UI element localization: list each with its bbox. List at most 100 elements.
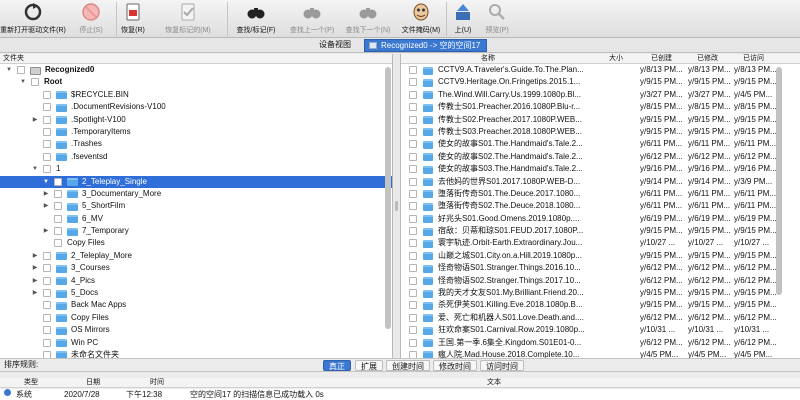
file-checkbox[interactable] bbox=[409, 140, 417, 149]
tree-checkbox[interactable] bbox=[54, 214, 62, 223]
find-mark-button[interactable]: 查找/标记(F) bbox=[228, 0, 284, 38]
tree-item[interactable]: .fseventsd bbox=[0, 151, 392, 163]
file-row[interactable]: 传教士S03.Preacher.2018.1080P.WEB... y/9/15 … bbox=[401, 126, 800, 138]
preview-button[interactable]: 预览(P) bbox=[479, 0, 515, 38]
file-checkbox[interactable] bbox=[409, 177, 417, 186]
file-checkbox[interactable] bbox=[409, 103, 417, 112]
sort-created-button[interactable]: 创建时间 bbox=[386, 360, 430, 371]
tree-checkbox[interactable] bbox=[17, 66, 25, 74]
tree-checkbox[interactable] bbox=[43, 115, 51, 124]
disclosure-closed-icon[interactable]: ▶ bbox=[31, 275, 39, 287]
file-row[interactable]: 传教士S02.Preacher.2017.1080P.WEB... y/9/15 … bbox=[401, 114, 800, 126]
tree-item[interactable]: Copy Files bbox=[0, 312, 392, 324]
disclosure-closed-icon[interactable]: ▶ bbox=[31, 114, 39, 126]
file-row[interactable]: 寰宇轨迹.Orbit-Earth.Extraordinary.Jou... y/1… bbox=[401, 237, 800, 249]
file-checkbox[interactable] bbox=[409, 78, 417, 87]
file-checkbox[interactable] bbox=[409, 202, 417, 211]
file-row[interactable]: 堕落街传奇S02.The.Deuce.2018.1080... y/6/11 PM… bbox=[401, 200, 800, 212]
file-row[interactable]: 爱、死亡和机器人S01.Love.Death.and.... y/6/12 PM.… bbox=[401, 312, 800, 324]
tree-checkbox[interactable] bbox=[43, 127, 51, 136]
up-button[interactable]: 上(U) bbox=[447, 0, 479, 38]
disclosure-closed-icon[interactable]: ▶ bbox=[31, 287, 39, 299]
tree-item[interactable]: ▶ 5_ShortFilm bbox=[0, 200, 392, 212]
column-size[interactable]: 大小 bbox=[609, 54, 623, 64]
file-checkbox[interactable] bbox=[409, 289, 417, 298]
tab-device-view[interactable]: 设备视图 bbox=[315, 38, 355, 52]
tree-item[interactable]: .Trashes bbox=[0, 138, 392, 150]
sort-accessed-button[interactable]: 访问时间 bbox=[480, 360, 524, 371]
tree-item[interactable]: ▼ Recognized0 bbox=[0, 64, 392, 76]
file-row[interactable]: The.Wind.Will.Carry.Us.1999.1080p.Bl... y… bbox=[401, 89, 800, 101]
tree-checkbox[interactable] bbox=[43, 289, 51, 298]
disclosure-closed-icon[interactable]: ▶ bbox=[31, 262, 39, 274]
file-checkbox[interactable] bbox=[409, 338, 417, 347]
disclosure-open-icon[interactable]: ▼ bbox=[42, 176, 50, 188]
file-row[interactable]: CCTV9.Heritage.On.Fringetips.2015.1... y/… bbox=[401, 76, 800, 88]
file-checkbox[interactable] bbox=[409, 313, 417, 322]
disclosure-open-icon[interactable]: ▼ bbox=[5, 64, 13, 76]
file-row[interactable]: 使女的故事S03.The.Handmaid's.Tale.2... y/9/16 … bbox=[401, 163, 800, 175]
tree-checkbox[interactable] bbox=[43, 103, 51, 112]
tree-checkbox[interactable] bbox=[54, 239, 62, 248]
tree-item[interactable]: $RECYCLE.BIN bbox=[0, 89, 392, 101]
tree-checkbox[interactable] bbox=[54, 202, 62, 211]
file-checkbox[interactable] bbox=[409, 189, 417, 198]
sort-modified-button[interactable]: 修改时间 bbox=[433, 360, 477, 371]
tree-item[interactable]: 6_MV bbox=[0, 213, 392, 225]
tree-item[interactable]: Copy Files bbox=[0, 237, 392, 249]
tree-item[interactable]: ▶ 3_Courses bbox=[0, 262, 392, 274]
folder-tree-scrollbar[interactable] bbox=[385, 65, 391, 356]
sort-extension-button[interactable]: 扩展 bbox=[355, 360, 383, 371]
tree-checkbox[interactable] bbox=[54, 177, 62, 186]
file-row[interactable]: 传教士S01.Preacher.2016.1080P.Blu-r... y/8/1… bbox=[401, 101, 800, 113]
file-row[interactable]: 王国.第一季.6集全.Kingdom.S01E01-0... y/6/12 PM.… bbox=[401, 337, 800, 349]
disclosure-open-icon[interactable]: ▼ bbox=[19, 76, 27, 88]
column-accessed[interactable]: 已访问 bbox=[743, 54, 764, 64]
tree-item[interactable]: ▶ 4_Pics bbox=[0, 275, 392, 287]
file-row[interactable]: 好兆头S01.Good.Omens.2019.1080p.... y/6/19 P… bbox=[401, 213, 800, 225]
file-mask-button[interactable]: 文件掩码(M) bbox=[396, 0, 446, 38]
tree-item[interactable]: ▼ 1 bbox=[0, 163, 392, 175]
log-row[interactable]: 系统 2020/7/28 下午12:38 空的空间17 的扫描信息已成功载入 0… bbox=[0, 389, 800, 400]
tree-checkbox[interactable] bbox=[43, 264, 51, 273]
log-column-time[interactable]: 时间 bbox=[150, 378, 164, 388]
file-checkbox[interactable] bbox=[409, 165, 417, 174]
tree-checkbox[interactable] bbox=[43, 301, 51, 310]
column-created[interactable]: 已创建 bbox=[651, 54, 672, 64]
tree-checkbox[interactable] bbox=[43, 338, 51, 347]
disclosure-open-icon[interactable]: ▼ bbox=[31, 163, 39, 175]
tree-item[interactable]: ▶ .Spotlight-V100 bbox=[0, 114, 392, 126]
recover-button[interactable]: 恢复(R) bbox=[117, 0, 149, 38]
tree-item[interactable]: .DocumentRevisions-V100 bbox=[0, 101, 392, 113]
file-checkbox[interactable] bbox=[409, 90, 417, 99]
file-row[interactable]: 宿敌：贝蒂和琼S01.FEUD.2017.1080P... y/9/15 PM..… bbox=[401, 225, 800, 237]
scrollbar-thumb[interactable] bbox=[776, 67, 782, 295]
tree-item[interactable]: ▶ 3_Documentary_More bbox=[0, 188, 392, 200]
file-checkbox[interactable] bbox=[409, 127, 417, 136]
tree-checkbox[interactable] bbox=[43, 326, 51, 335]
file-checkbox[interactable] bbox=[409, 227, 417, 236]
tree-checkbox[interactable] bbox=[43, 140, 51, 149]
scrollbar-thumb[interactable] bbox=[385, 67, 391, 329]
file-row[interactable]: 山巅之城S01.City.on.a.Hill.2019.1080p... y/9/… bbox=[401, 250, 800, 262]
file-row[interactable]: 怪奇物语S02.Stranger.Things.2017.10... y/6/12… bbox=[401, 275, 800, 287]
pane-splitter[interactable] bbox=[393, 54, 400, 358]
tree-item[interactable]: .TemporaryItems bbox=[0, 126, 392, 138]
disclosure-closed-icon[interactable]: ▶ bbox=[31, 250, 39, 262]
tree-checkbox[interactable] bbox=[43, 165, 51, 174]
tree-checkbox[interactable] bbox=[43, 152, 51, 161]
tab-active-scan[interactable]: Recognized0 -> 空的空间17 bbox=[364, 39, 488, 52]
tree-item[interactable]: ▶ 7_Temporary bbox=[0, 225, 392, 237]
file-checkbox[interactable] bbox=[409, 115, 417, 124]
disclosure-closed-icon[interactable]: ▶ bbox=[42, 225, 50, 237]
file-row[interactable]: 堕落街传奇S01.The.Deuce.2017.1080... y/6/11 PM… bbox=[401, 188, 800, 200]
column-modified[interactable]: 已修改 bbox=[697, 54, 718, 64]
tree-item[interactable]: ▼ 2_Teleplay_Single bbox=[0, 175, 392, 188]
file-checkbox[interactable] bbox=[409, 214, 417, 223]
disclosure-closed-icon[interactable]: ▶ bbox=[42, 188, 50, 200]
file-row[interactable]: 怪奇物语S01.Stranger.Things.2016.10... y/6/12… bbox=[401, 262, 800, 274]
file-list-scrollbar[interactable] bbox=[776, 65, 782, 356]
tree-checkbox[interactable] bbox=[54, 227, 62, 236]
recover-marked-button[interactable]: 恢复标记的(M) bbox=[149, 0, 227, 38]
sort-real-button[interactable]: 真正 bbox=[323, 360, 351, 371]
